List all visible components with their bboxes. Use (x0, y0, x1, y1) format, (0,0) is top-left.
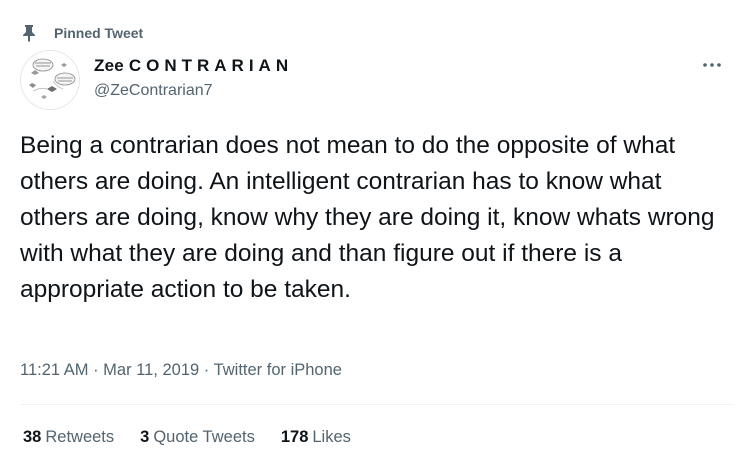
tweet-source[interactable]: Twitter for iPhone (214, 361, 342, 379)
pinned-label: Pinned Tweet (54, 25, 144, 41)
avatar[interactable] (20, 50, 80, 110)
retweets-stat[interactable]: 38 Retweets (23, 428, 114, 447)
avatar-image (21, 51, 79, 109)
likes-count: 178 (280, 428, 309, 446)
more-icon[interactable] (701, 58, 723, 72)
display-name-first: Zee (94, 56, 124, 75)
likes-label: Likes (312, 428, 351, 446)
retweets-count: 38 (23, 428, 42, 446)
likes-stat[interactable]: 178 Likes (281, 428, 351, 447)
quote-tweets-count: 3 (140, 428, 150, 446)
meta-separator: · (199, 361, 214, 379)
retweets-label: Retweets (45, 428, 115, 446)
tweet-metadata: 11:21 AM · Mar 11, 2019 · Twitter for iP… (20, 361, 342, 380)
display-name-last: CONTRARIAN (128, 56, 294, 75)
divider (20, 404, 733, 405)
quote-tweets-stat[interactable]: 3 Quote Tweets (140, 428, 255, 447)
display-name[interactable]: Zee CONTRARIAN (94, 56, 293, 76)
tweet-time[interactable]: 11:21 AM (20, 361, 89, 379)
tweet-text: Being a contrarian does not mean to do t… (20, 132, 715, 303)
user-handle[interactable]: @ZeContrarian7 (94, 82, 293, 100)
pinned-indicator: Pinned Tweet (22, 24, 143, 42)
engagement-stats: 38 Retweets 3 Quote Tweets 178 Likes (23, 428, 377, 447)
tweet-date[interactable]: Mar 11, 2019 (103, 361, 199, 379)
quote-tweets-label: Quote Tweets (153, 428, 255, 446)
author-info[interactable]: Zee CONTRARIAN @ZeContrarian7 (94, 56, 293, 100)
meta-separator: · (88, 361, 104, 379)
pin-icon (23, 25, 35, 42)
